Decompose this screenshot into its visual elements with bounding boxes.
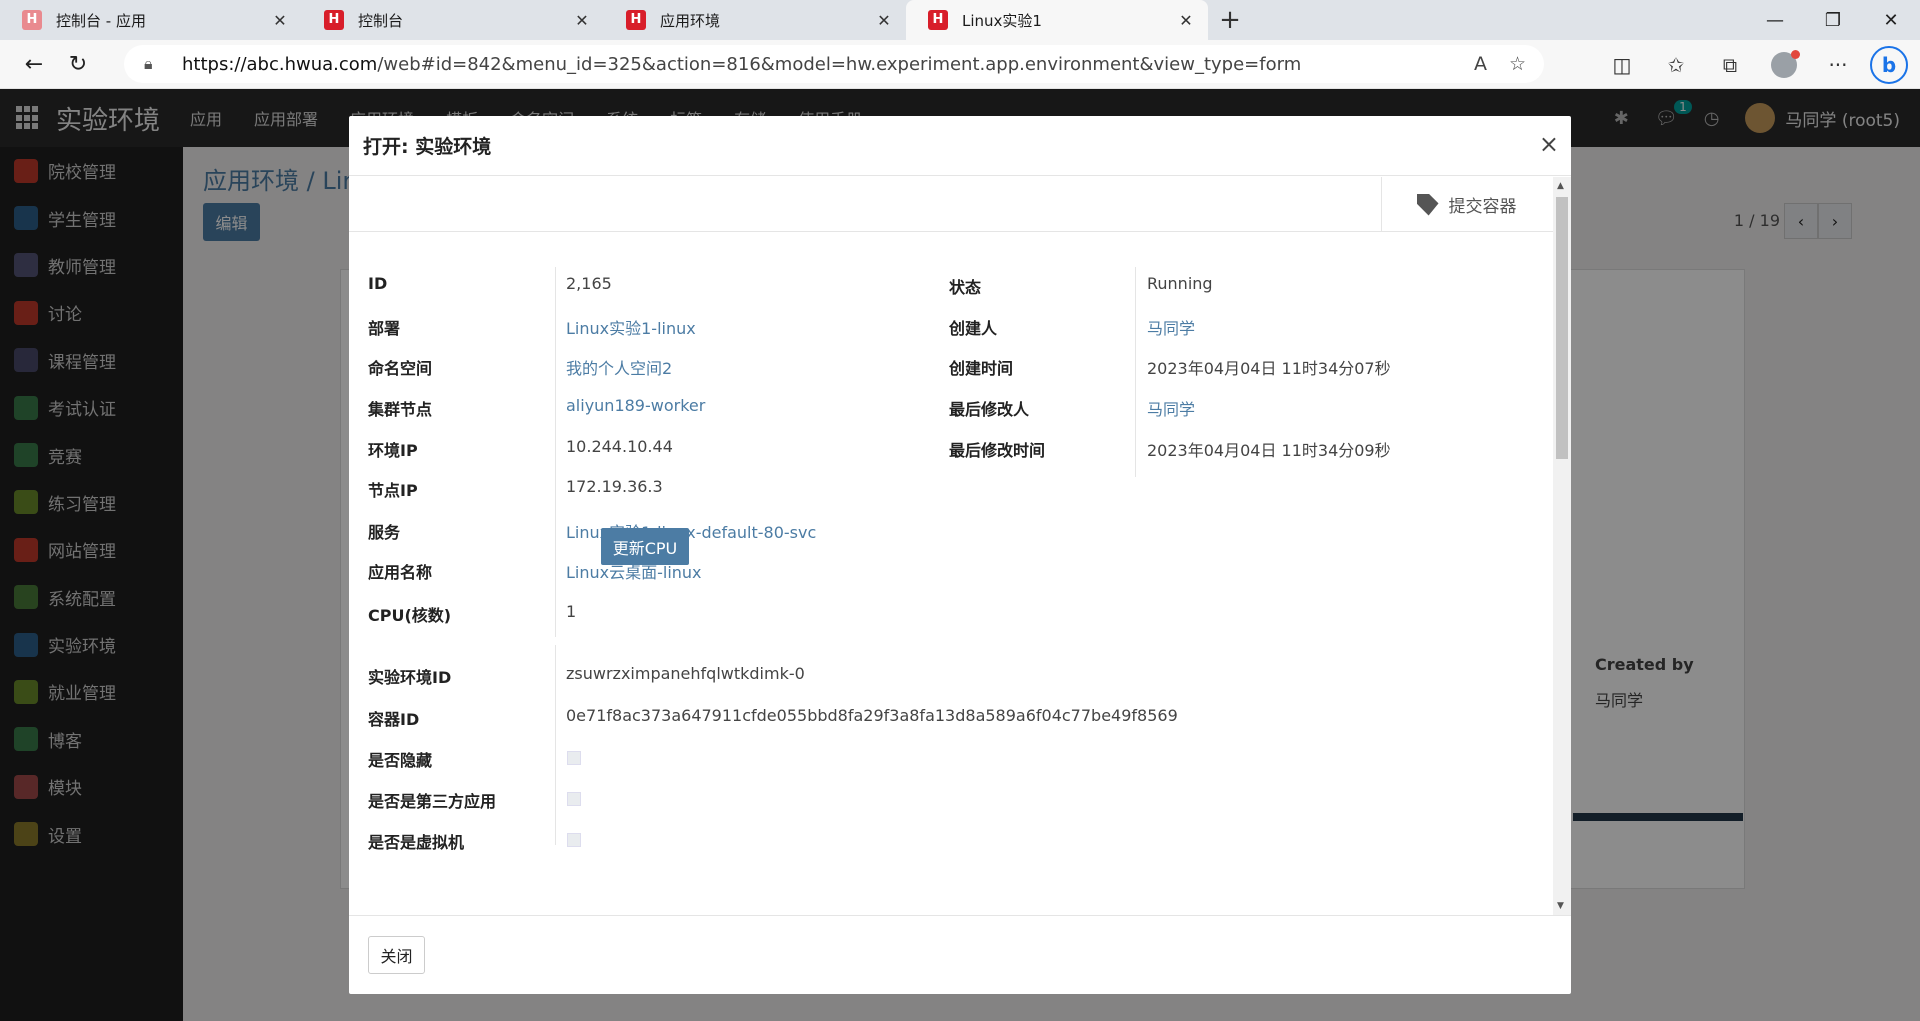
field-value: zsuwrzximpanehfqlwtkdimk-0 — [566, 664, 805, 683]
field-label: 容器ID — [368, 710, 420, 729]
favorites-icon[interactable]: ✩ — [1654, 45, 1698, 85]
column-divider — [555, 267, 556, 637]
read-aloud-icon[interactable]: A — [1474, 53, 1487, 75]
browser-tab[interactable]: H 控制台 ✕ — [302, 0, 604, 40]
field-value: 2023年04月04日 11时34分09秒 — [1147, 441, 1391, 460]
hwua-favicon-icon: H — [626, 10, 646, 30]
close-button[interactable]: 关闭 — [368, 936, 425, 974]
scroll-down-icon[interactable]: ▼ — [1557, 901, 1564, 911]
checkbox-label: 是否是第三方应用 — [368, 792, 497, 811]
field-label: 创建时间 — [949, 359, 1014, 378]
close-tab-icon[interactable]: ✕ — [1176, 11, 1196, 30]
tab-title: 应用环境 — [660, 11, 721, 30]
scroll-up-icon[interactable]: ▲ — [1557, 181, 1564, 191]
field-label: 创建人 — [949, 319, 998, 338]
profile-avatar[interactable] — [1762, 45, 1806, 85]
field-link[interactable]: 马同学 — [1147, 396, 1195, 420]
browser-tab-active[interactable]: H Linux实验1 ✕ — [906, 0, 1208, 40]
open-record-dialog: 打开: 实验环境 × 提交容器 ID 2,165 部署 Linux实验1-linux 命… — [349, 116, 1571, 994]
field-link[interactable]: 我的个人空间2 — [566, 355, 672, 379]
tab-title: 控制台 - 应用 — [56, 11, 146, 30]
dialog-footer: 关闭 — [349, 915, 1571, 994]
collections-icon[interactable]: ⧉ — [1708, 45, 1752, 85]
hwua-favicon-icon: H — [928, 10, 948, 30]
browser-tab[interactable]: H 控制台 - 应用 ✕ — [0, 0, 302, 40]
column-divider — [555, 645, 556, 845]
field-label: 实验环境ID — [368, 668, 452, 687]
bing-icon[interactable]: b — [1870, 45, 1908, 84]
column-divider — [1135, 267, 1136, 477]
close-tab-icon[interactable]: ✕ — [270, 11, 290, 30]
submit-container-label: 提交容器 — [1448, 197, 1517, 217]
restore-icon[interactable]: ❐ — [1804, 0, 1862, 40]
favorite-star-icon[interactable]: ☆ — [1509, 53, 1526, 75]
field-value: 10.244.10.44 — [566, 437, 673, 456]
field-link[interactable]: 马同学 — [1147, 315, 1195, 339]
scroll-thumb[interactable] — [1556, 197, 1568, 459]
back-arrow-icon[interactable]: ← — [12, 44, 56, 84]
more-icon[interactable]: ··· — [1816, 45, 1860, 85]
url-path: /web#id=842&menu_id=325&action=816&model… — [377, 53, 1302, 75]
dialog-scrollbar[interactable]: ▲ ▼ — [1553, 177, 1571, 915]
hwua-favicon-icon: H — [22, 10, 42, 30]
tab-title: Linux实验1 — [962, 11, 1042, 30]
field-label: CPU(核数) — [368, 606, 452, 625]
new-tab-icon[interactable]: + — [1208, 0, 1252, 40]
submit-container-button[interactable]: 提交容器 — [1381, 177, 1551, 232]
lock-icon: 🔒︎ — [144, 54, 153, 73]
field-value: 2,165 — [566, 274, 612, 293]
field-label: 服务 — [368, 523, 401, 542]
browser-tab-bar: H 控制台 - 应用 ✕ H 控制台 ✕ H 应用环境 ✕ H Linux实验1… — [0, 0, 1920, 40]
tag-icon — [1416, 193, 1439, 216]
field-label: 节点IP — [368, 481, 418, 500]
field-label: 最后修改人 — [949, 400, 1030, 419]
dialog-title: 打开: 实验环境 — [349, 116, 1571, 176]
checkbox-label: 是否隐藏 — [368, 751, 433, 770]
field-value: 1 — [566, 602, 577, 621]
hwua-favicon-icon: H — [324, 10, 344, 30]
dialog-body: 提交容器 ID 2,165 部署 Linux实验1-linux 命名空间 我的个人空间2 集… — [349, 177, 1571, 915]
tab-title: 控制台 — [358, 11, 404, 30]
field-label: 环境IP — [368, 441, 418, 460]
field-value: Running — [1147, 274, 1213, 293]
status-bar: 提交容器 — [349, 177, 1571, 232]
checkbox[interactable] — [567, 751, 581, 765]
browser-tab[interactable]: H 应用环境 ✕ — [604, 0, 906, 40]
close-tab-icon[interactable]: ✕ — [874, 11, 894, 30]
field-link[interactable]: aliyun189-worker — [566, 396, 705, 415]
close-tab-icon[interactable]: ✕ — [572, 11, 592, 30]
dialog-close-icon[interactable]: × — [1539, 130, 1559, 158]
field-label: 最后修改时间 — [949, 441, 1046, 460]
field-label: 命名空间 — [368, 359, 433, 378]
minimize-icon[interactable]: — — [1746, 0, 1804, 40]
window-close-icon[interactable]: ✕ — [1862, 0, 1920, 40]
checkbox[interactable] — [567, 792, 581, 806]
field-value: 0e71f8ac373a647911cfde055bbd8fa29f3a8fa1… — [566, 706, 1178, 725]
browser-tools: ◫ ✩ ⧉ ··· b — [1600, 40, 1908, 89]
update-cpu-button[interactable]: 更新CPU — [601, 528, 689, 565]
address-toolbar: ← ↻ 🔒︎ https://abc.hwua.com/web#id=842&m… — [0, 40, 1920, 89]
window-controls: — ❐ ✕ — [1746, 0, 1920, 40]
url-field[interactable]: 🔒︎ https://abc.hwua.com/web#id=842&menu_… — [124, 45, 1544, 83]
refresh-icon[interactable]: ↻ — [56, 44, 100, 84]
field-value: 172.19.36.3 — [566, 477, 663, 496]
field-link[interactable]: Linux实验1-linux — [566, 315, 696, 339]
field-label: 集群节点 — [368, 400, 433, 419]
checkbox-label: 是否是虚拟机 — [368, 833, 465, 852]
field-label: 应用名称 — [368, 563, 433, 582]
field-label: 部署 — [368, 319, 401, 338]
url-host: https://abc.hwua.com — [182, 53, 378, 75]
field-label: 状态 — [949, 278, 982, 297]
field-label: ID — [368, 274, 388, 293]
field-value: 2023年04月04日 11时34分07秒 — [1147, 359, 1391, 378]
split-screen-icon[interactable]: ◫ — [1600, 45, 1644, 85]
checkbox[interactable] — [567, 833, 581, 847]
